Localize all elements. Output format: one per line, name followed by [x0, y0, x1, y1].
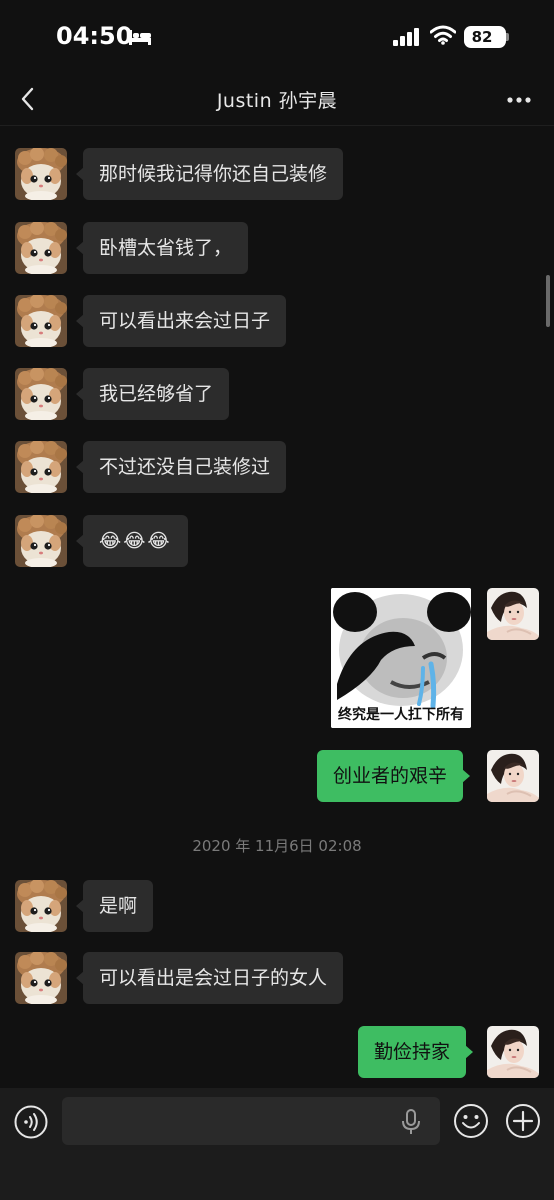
chat-title: Justin 孙宇晨	[216, 90, 338, 112]
message-bubble-incoming[interactable]: 卧槽太省钱了，	[75, 222, 249, 274]
contact-avatar[interactable]	[15, 295, 67, 347]
message-timestamp: 2020 年 11月6日 02:08	[192, 837, 362, 855]
input-bar	[0, 1088, 554, 1200]
my-avatar[interactable]	[487, 588, 539, 640]
more-icon[interactable]	[506, 96, 532, 104]
message-bubble-incoming[interactable]: 是啊	[75, 880, 154, 932]
voice-icon[interactable]	[14, 1105, 48, 1139]
contact-avatar[interactable]	[15, 515, 67, 567]
message-bubble-incoming[interactable]: 可以看出是会过日子的女人	[75, 952, 344, 1004]
mic-icon[interactable]	[401, 1109, 421, 1135]
message-bubble-outgoing[interactable]: 创业者的艰辛	[317, 750, 471, 802]
contact-avatar[interactable]	[15, 222, 67, 274]
status-bar: 04:50 82	[0, 0, 554, 76]
message-bubble-incoming[interactable]: 不过还没自己装修过	[75, 441, 287, 493]
message-bubble-incoming[interactable]: 我已经够省了	[75, 368, 230, 420]
message-bubble-incoming[interactable]: 可以看出来会过日子	[75, 295, 287, 347]
sticker-message[interactable]: 终究是一人扛下所有	[331, 588, 471, 728]
contact-avatar[interactable]	[15, 148, 67, 200]
scrollbar[interactable]	[546, 275, 550, 327]
contact-avatar[interactable]	[15, 441, 67, 493]
plus-icon[interactable]	[505, 1103, 541, 1139]
contact-avatar[interactable]	[15, 952, 67, 1004]
bed-icon	[129, 30, 151, 45]
emoji-icon[interactable]	[453, 1103, 489, 1139]
status-time: 04:50	[56, 22, 133, 50]
battery-indicator: 82	[464, 26, 506, 48]
my-avatar[interactable]	[487, 1026, 539, 1078]
message-input[interactable]	[62, 1097, 440, 1145]
wifi-icon	[430, 25, 456, 45]
contact-avatar[interactable]	[15, 368, 67, 420]
battery-tip	[506, 33, 509, 41]
my-avatar[interactable]	[487, 750, 539, 802]
signal-icon	[393, 28, 419, 46]
message-bubble-incoming[interactable]: 那时候我记得你还自己装修	[75, 148, 344, 200]
battery-level: 82	[471, 28, 493, 46]
contact-avatar[interactable]	[15, 880, 67, 932]
sticker-caption: 终究是一人扛下所有	[338, 707, 464, 723]
message-bubble-incoming[interactable]: 😂😂😂	[76, 515, 188, 567]
message-bubble-outgoing[interactable]: 勤俭持家	[358, 1026, 474, 1078]
chat-header: Justin 孙宇晨	[0, 76, 554, 126]
